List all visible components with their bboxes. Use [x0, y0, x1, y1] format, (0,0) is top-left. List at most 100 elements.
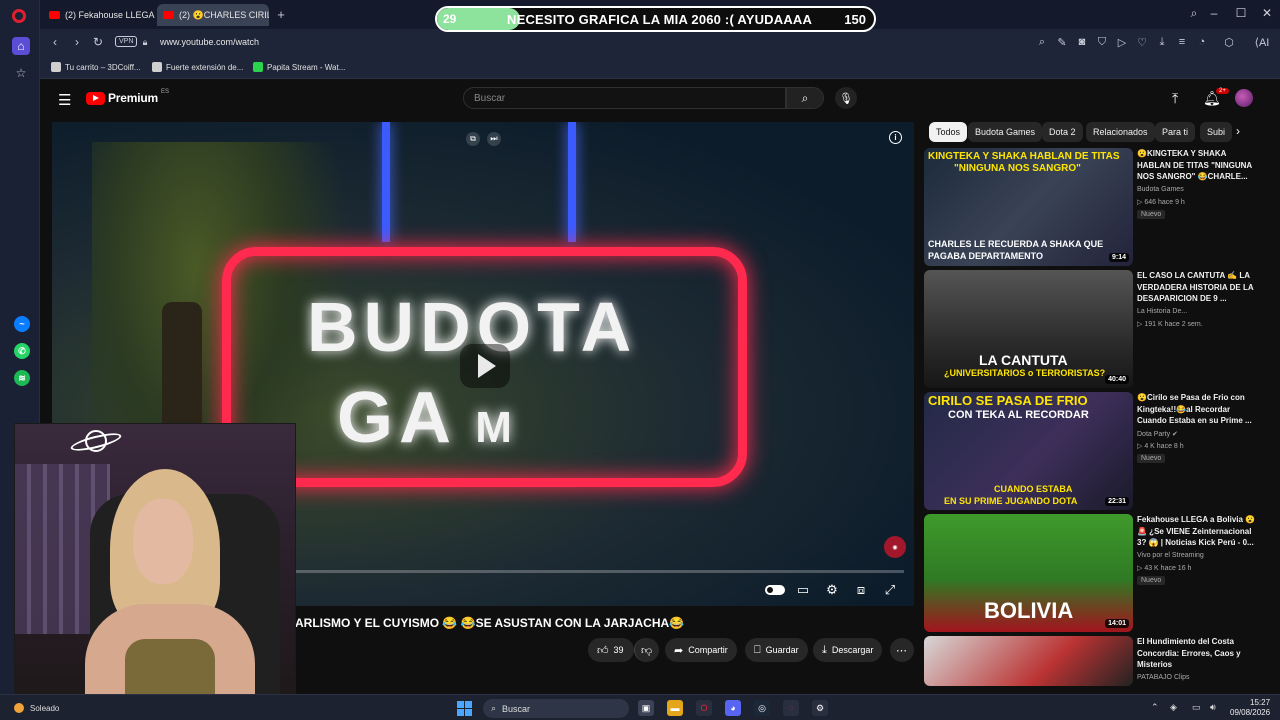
new-tab-plus-icon[interactable]: +	[273, 6, 289, 22]
recommendation-item[interactable]: BOLIVIA 14:01 Fekahouse LLEGA a Bolivia …	[924, 514, 1270, 632]
steam-icon[interactable]: ◎	[754, 700, 770, 716]
clock[interactable]: 15:27 09/08/2026	[1230, 698, 1270, 718]
close-icon[interactable]: ✕	[1259, 6, 1275, 20]
recommendation-title[interactable]: El Hundimiento del Costa Concordia: Erro…	[1137, 636, 1262, 671]
maximize-icon[interactable]: ☐	[1233, 6, 1249, 20]
heart-icon[interactable]: ♡	[1135, 36, 1149, 49]
aria-ai-icon[interactable]: ⟨AI	[1250, 36, 1274, 49]
voice-search-button[interactable]: 🎙︎	[835, 87, 857, 109]
video-thumbnail[interactable]: BOLIVIA 14:01	[924, 514, 1133, 632]
tab-charles-cirilo[interactable]: (2) 😮CHARLES CIRILO DI	[157, 4, 269, 26]
like-button[interactable]: 👍︎ 39	[588, 638, 634, 662]
opera-logo[interactable]	[12, 9, 26, 23]
big-play-button[interactable]	[460, 344, 510, 388]
thumbnail-caption: CUANDO ESTABA	[994, 484, 1073, 494]
fullscreen-icon[interactable]: ⤢	[881, 582, 899, 598]
channel-name[interactable]: PATABAJO Clips	[1137, 674, 1190, 681]
hamburger-menu-icon[interactable]: ☰	[58, 91, 71, 109]
chip-budota-games[interactable]: Budota Games	[968, 122, 1043, 142]
chevron-up-icon[interactable]: ⌃	[1151, 702, 1159, 713]
task-view-icon[interactable]: ▣	[638, 700, 654, 716]
recommendation-title[interactable]: 😮Cirilo se Pasa de Frio con Kingteka!!😂a…	[1137, 392, 1262, 427]
tray-app-icon[interactable]: ◈	[1170, 702, 1177, 713]
video-thumbnail[interactable]	[924, 636, 1133, 686]
recommendation-item[interactable]: KINGTEKA Y SHAKA HABLAN DE TITAS "NINGUN…	[924, 148, 1270, 266]
subtitles-icon[interactable]: ▭	[794, 582, 812, 598]
bookmark-item[interactable]: Papita Stream - Wat...	[253, 62, 345, 72]
recommendation-item[interactable]: El Hundimiento del Costa Concordia: Erro…	[924, 636, 1270, 686]
more-actions-button[interactable]: ⋯	[890, 638, 914, 662]
recommendation-item[interactable]: CIRILO SE PASA DE FRIO CON TEKA AL RECOR…	[924, 392, 1270, 510]
chip-dota-2[interactable]: Dota 2	[1042, 122, 1083, 142]
windows-start-icon[interactable]	[457, 701, 472, 716]
thumbnail-caption: "NINGUNA NOS SANGRO"	[954, 163, 1081, 174]
playlist-icon[interactable]: ⧉	[466, 132, 480, 146]
recommendation-title[interactable]: EL CASO LA CANTUTA ✍️ LA VERDADERA HISTO…	[1137, 270, 1262, 305]
recommendation-item[interactable]: LA CANTUTA ¿UNIVERSITARIOS o TERRORISTAS…	[924, 270, 1270, 388]
video-thumbnail[interactable]: LA CANTUTA ¿UNIVERSITARIOS o TERRORISTAS…	[924, 270, 1133, 388]
forward-icon[interactable]: ›	[70, 35, 84, 49]
youtube-logo[interactable]: Premium ES	[86, 89, 169, 105]
settings-gear-icon[interactable]: ⚙	[823, 582, 841, 598]
channel-name[interactable]: Budota Games	[1137, 186, 1184, 193]
settings-gear-icon[interactable]: ⚙	[812, 700, 828, 716]
info-icon[interactable]: i	[889, 131, 902, 144]
search-tabs-icon[interactable]: ⌕	[1186, 6, 1202, 21]
channel-watermark[interactable]: ◉	[884, 536, 906, 558]
lock-icon[interactable]: 🔒︎	[138, 35, 152, 49]
recommendation-title[interactable]: Fekahouse LLEGA a Bolivia 😮 🚨 ¿Se VIENE …	[1137, 514, 1262, 549]
file-explorer-icon[interactable]: ▬	[667, 700, 683, 716]
download-icon[interactable]: ⤓	[1155, 36, 1169, 49]
video-thumbnail[interactable]: KINGTEKA Y SHAKA HABLAN DE TITAS "NINGUN…	[924, 148, 1133, 266]
home-icon[interactable]: ⌂	[12, 37, 30, 55]
bookmark-item[interactable]: Fuerte extensión de...	[152, 62, 243, 72]
reload-icon[interactable]: ↻	[91, 35, 105, 49]
vpn-badge[interactable]: VPN	[115, 36, 138, 47]
star-icon[interactable]: ☆	[12, 64, 30, 82]
whatsapp-icon[interactable]: ✆	[14, 343, 30, 359]
edit-icon[interactable]: ✎	[1055, 36, 1069, 49]
channel-name[interactable]: Dota Party ✔	[1137, 430, 1178, 438]
chip-subidos[interactable]: Subi	[1200, 122, 1233, 142]
miniplayer-icon[interactable]: ⧈	[852, 582, 870, 598]
extensions-icon[interactable]: ⬡	[1222, 36, 1236, 49]
messenger-icon[interactable]: ~	[14, 316, 30, 332]
camera-icon[interactable]: ◙	[1075, 36, 1089, 48]
spotify-icon[interactable]: ≋	[14, 370, 30, 386]
taskbar-search[interactable]: ⌕ Buscar	[483, 699, 629, 718]
back-icon[interactable]: ‹	[48, 35, 62, 49]
wifi-icon[interactable]: ▭	[1192, 702, 1201, 713]
zoom-icon[interactable]: ⌕	[1035, 36, 1049, 49]
download-button[interactable]: ⤓ Descargar	[813, 638, 883, 662]
menu-lines-icon[interactable]: ≡	[1175, 36, 1189, 48]
avatar[interactable]	[1235, 89, 1253, 107]
chip-para-ti[interactable]: Para ti	[1155, 122, 1196, 142]
channel-name[interactable]: Vivo por el Streaming	[1137, 552, 1204, 559]
dislike-button[interactable]: 👎︎	[634, 638, 659, 662]
video-thumbnail[interactable]: CIRILO SE PASA DE FRIO CON TEKA AL RECOR…	[924, 392, 1133, 510]
url-field[interactable]: www.youtube.com/watch	[160, 37, 259, 47]
chip-relacionados[interactable]: Relacionados	[1086, 122, 1155, 142]
weather-widget[interactable]: Soleado	[14, 703, 59, 713]
minimize-icon[interactable]: –	[1206, 6, 1222, 20]
opera-gx-icon[interactable]: ◌	[783, 700, 799, 716]
search-button[interactable]: ⌕	[786, 87, 824, 109]
channel-name[interactable]: La Historia De...	[1137, 308, 1187, 315]
chip-todos[interactable]: Todos	[929, 122, 968, 142]
opera-taskbar-icon[interactable]: O	[696, 700, 712, 716]
volume-icon[interactable]: 🔊︎	[1210, 702, 1216, 713]
autoplay-toggle[interactable]	[765, 585, 785, 595]
save-button[interactable]: ⎕ Guardar	[745, 638, 808, 662]
search-input[interactable]: Buscar	[463, 87, 786, 109]
skip-icon[interactable]: ⏭︎	[487, 132, 501, 146]
recommendation-title[interactable]: 😮KINGTEKA Y SHAKA HABLAN DE TITAS "NINGU…	[1137, 148, 1262, 183]
upload-icon[interactable]: ⤒	[1172, 90, 1178, 107]
play-icon[interactable]: ▷	[1115, 36, 1129, 49]
shield-icon[interactable]: ⛉	[1095, 36, 1109, 49]
discord-icon[interactable]: ◕	[725, 700, 741, 716]
tab-fekahouse[interactable]: (2) Fekahouse LLEGA a Bo	[43, 4, 155, 26]
profile-icon[interactable]: ◔	[1195, 36, 1209, 48]
bookmark-item[interactable]: Tu carrito – 3DCoiff...	[51, 62, 141, 72]
share-button[interactable]: ➦ Compartir	[665, 638, 737, 662]
chevron-right-icon[interactable]: ›	[1236, 124, 1240, 138]
